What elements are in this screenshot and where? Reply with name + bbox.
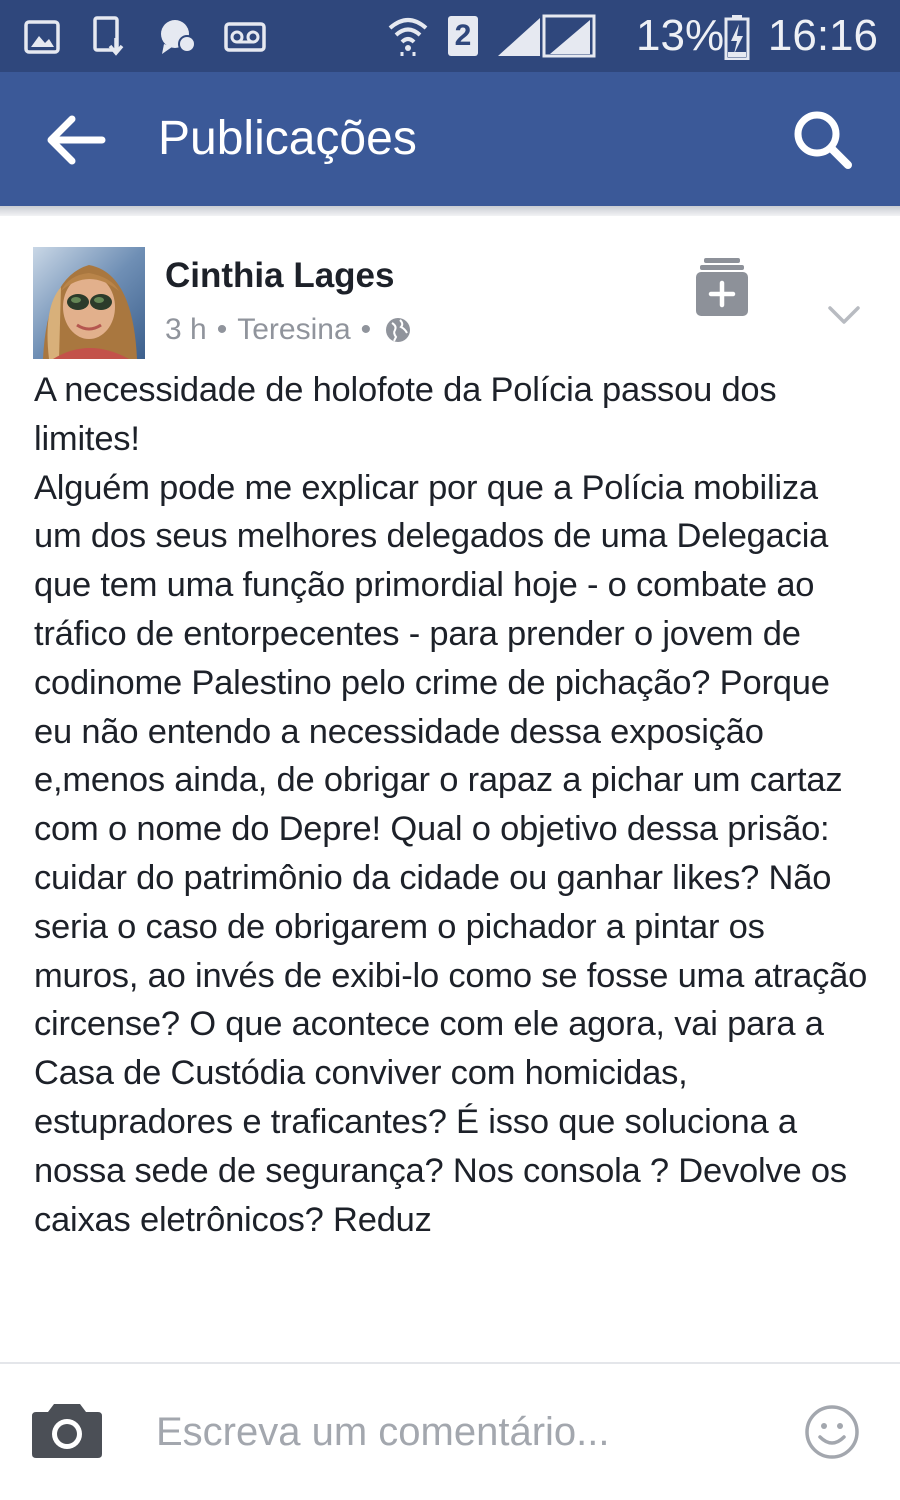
comment-bar	[0, 1364, 900, 1500]
facebook-post-screen: 2 13% 16:16 Publicações Cinthia Lages 3 …	[0, 0, 900, 1500]
save-post-button[interactable]	[694, 256, 750, 318]
chevron-down-icon	[828, 306, 860, 324]
battery-percent: 13%	[636, 11, 725, 60]
wifi-icon	[388, 18, 428, 56]
post-text: A necessidade de holofote da Polícia pas…	[34, 371, 868, 1239]
post-location[interactable]: Teresina	[237, 310, 350, 350]
save-post-icon	[696, 258, 748, 316]
camera-icon	[32, 1404, 102, 1458]
download-icon	[93, 16, 124, 56]
post-options-button[interactable]	[824, 300, 864, 330]
app-bar-divider	[0, 206, 900, 216]
author-name[interactable]: Cinthia Lages	[165, 254, 394, 298]
voicemail-icon	[224, 22, 266, 52]
comment-input[interactable]	[156, 1404, 756, 1460]
sim-slot-label: 2	[454, 19, 472, 52]
page-title: Publicações	[158, 112, 417, 165]
avatar[interactable]	[33, 247, 145, 359]
camera-button[interactable]	[30, 1400, 104, 1460]
sim-icon: 2	[448, 16, 478, 56]
gallery-icon	[24, 20, 60, 54]
search-icon	[794, 111, 852, 169]
emoji-icon	[805, 1405, 859, 1459]
back-button[interactable]	[38, 102, 114, 178]
post-card: Cinthia Lages 3 h • Teresina • A necessi…	[0, 216, 900, 1362]
post-time[interactable]: 3 h	[165, 310, 207, 350]
meta-separator: •	[216, 313, 228, 346]
signal-icon	[498, 14, 596, 58]
status-bar: 2 13% 16:16	[0, 0, 900, 72]
messenger-icon	[161, 20, 196, 54]
avatar-photo	[33, 247, 145, 359]
meta-separator: •	[360, 313, 372, 346]
globe-icon	[386, 318, 411, 342]
post-meta: 3 h • Teresina •	[165, 310, 411, 350]
arrow-left-icon	[47, 115, 106, 165]
clock: 16:16	[767, 11, 878, 60]
search-button[interactable]	[784, 102, 860, 178]
emoji-button[interactable]	[804, 1404, 860, 1460]
battery-charging-icon	[724, 15, 750, 60]
app-bar: Publicações	[0, 72, 900, 206]
